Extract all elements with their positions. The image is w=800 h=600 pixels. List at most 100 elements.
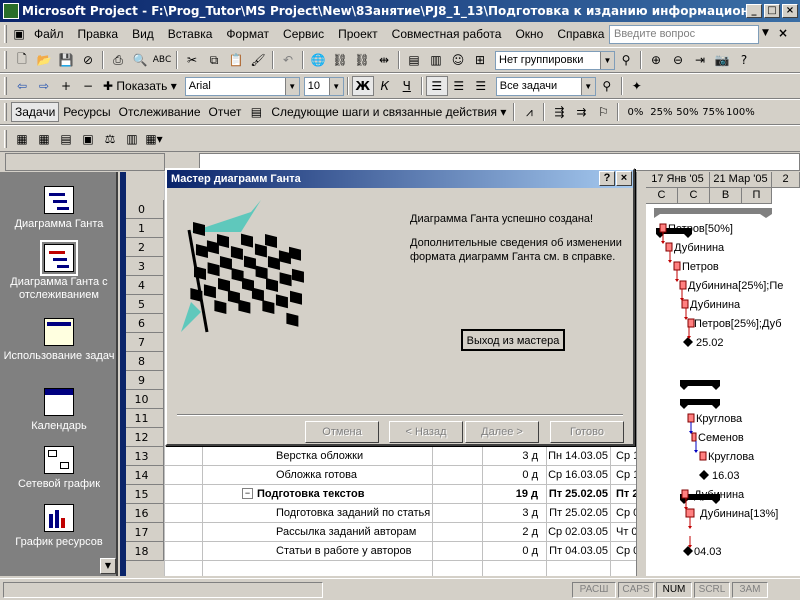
calculator-icon[interactable]: ▣ [77, 129, 99, 149]
row-number[interactable]: 0 [120, 200, 164, 219]
tracking-gantt-small-icon[interactable]: ⩘ [518, 102, 540, 122]
dialog-close-button[interactable]: × [616, 171, 632, 186]
percent-0-button[interactable]: 0% [622, 102, 648, 122]
menu-insert[interactable]: Вставка [161, 27, 220, 41]
view-resource-graph[interactable]: График ресурсов [0, 504, 118, 549]
chart-icon[interactable]: ▥ [121, 129, 143, 149]
row-number[interactable]: 14 [120, 466, 164, 485]
menu-project[interactable]: Проект [331, 27, 385, 41]
splitter[interactable] [636, 172, 646, 576]
menu-help[interactable]: Справка [550, 27, 611, 41]
show-dropdown[interactable]: ✚ Показать ▾ [99, 79, 181, 93]
back-button[interactable]: < Назад [389, 421, 463, 443]
open-icon[interactable]: 📂 [33, 50, 55, 70]
row-number[interactable]: 7 [120, 333, 164, 352]
row-number[interactable]: 13 [120, 447, 164, 466]
exit-wizard-button[interactable]: Выход из мастера [461, 329, 565, 351]
row-number[interactable]: 17 [120, 523, 164, 542]
percent-100-button[interactable]: 100% [726, 102, 755, 122]
help-icon[interactable]: ? [733, 50, 755, 70]
toolbar-grip[interactable] [4, 51, 7, 69]
dialog-help-button[interactable]: ? [599, 171, 615, 186]
view-tracking-gantt[interactable]: Диаграмма Ганта с отслеживанием [0, 240, 118, 302]
table-row[interactable]: − Подготовка текстов 19 д Пт 25.02.05 Пт 2 [164, 485, 646, 504]
close-button[interactable]: × [782, 4, 798, 18]
sheet-icon[interactable]: ▤ [55, 129, 77, 149]
undo-icon[interactable]: ↶ [277, 50, 299, 70]
viewbar-scroll-down-icon[interactable]: ▼ [100, 558, 116, 574]
paste-icon[interactable]: 📋 [225, 50, 247, 70]
percent-25-button[interactable]: 25% [648, 102, 674, 122]
cut-icon[interactable]: ✂ [181, 50, 203, 70]
doc-close-icon[interactable]: × [778, 26, 788, 40]
menu-format[interactable]: Формат [219, 27, 276, 41]
row-number[interactable]: 11 [120, 409, 164, 428]
view-calendar[interactable]: Календарь [0, 388, 118, 433]
table-view-icon[interactable]: ▦ [11, 129, 33, 149]
row-number[interactable]: 1 [120, 219, 164, 238]
table-row[interactable]: Рассылка заданий авторам 2 д Ср 02.03.05 Чт… [164, 523, 646, 542]
copy-picture-icon[interactable]: 📷 [711, 50, 733, 70]
row-number[interactable]: 15 [120, 485, 164, 504]
update-tasks-icon[interactable]: ⇶ [548, 102, 570, 122]
font-select[interactable]: Arial ▼ [184, 76, 300, 96]
zoom-in-icon[interactable]: ⊕ [645, 50, 667, 70]
gantt-wizard-icon[interactable]: ✦ [626, 76, 648, 96]
view-gantt-chart[interactable]: Диаграмма Ганта [0, 186, 118, 231]
minimize-button[interactable]: _ [746, 4, 762, 18]
document-icon[interactable]: ▣ [11, 24, 27, 44]
italic-button[interactable]: К [374, 76, 396, 96]
row-number[interactable]: 2 [120, 238, 164, 257]
next-steps-dropdown[interactable]: Следующие шаги и связанные действия ▾ [267, 105, 510, 119]
align-left-icon[interactable]: ☰ [425, 76, 448, 96]
collaborate-icon[interactable]: ⚐ [592, 102, 614, 122]
guide-resources-button[interactable]: Ресурсы [59, 105, 114, 119]
menu-grip[interactable] [4, 25, 7, 43]
bold-button[interactable]: Ж [351, 76, 374, 96]
row-number[interactable]: 4 [120, 276, 164, 295]
reschedule-icon[interactable]: ⇉ [570, 102, 592, 122]
app-icon[interactable] [3, 3, 19, 19]
help-search-input[interactable]: Введите вопрос [609, 25, 759, 44]
task-info-icon[interactable]: ▤ [403, 50, 425, 70]
menu-tools[interactable]: Сервис [276, 27, 331, 41]
assign-resources-icon[interactable]: ☺ [447, 50, 469, 70]
table-row[interactable]: Обложка готова 0 д Ср 16.03.05 Ср 1 [164, 466, 646, 485]
finish-button[interactable]: Готово [550, 421, 624, 443]
split-task-icon[interactable]: ⇹ [373, 50, 395, 70]
table-row[interactable]: Верстка обложки 3 д Пн 14.03.05 Ср 1 [164, 447, 646, 466]
row-number[interactable]: 8 [120, 352, 164, 371]
menu-collaborate[interactable]: Совместная работа [385, 27, 509, 41]
row-number[interactable]: 10 [120, 390, 164, 409]
zoom-out-icon[interactable]: ⊖ [667, 50, 689, 70]
maximize-button[interactable]: □ [764, 4, 780, 18]
percent-50-button[interactable]: 50% [674, 102, 700, 122]
filter-select[interactable]: Все задачи ▼ [495, 76, 596, 96]
publish-icon[interactable]: ⊞ [469, 50, 491, 70]
hide-subtasks-icon[interactable]: − [77, 76, 99, 96]
permission-icon[interactable]: ⊘ [77, 50, 99, 70]
table-row[interactable]: Статьи в работе у авторов 0 д Пт 04.03.05 С… [164, 542, 646, 561]
filter-funnel-icon[interactable]: ⚲ [615, 50, 637, 70]
guide-report-button[interactable]: Отчет [205, 105, 246, 119]
balance-icon[interactable]: ⚖ [99, 129, 121, 149]
row-number[interactable]: 6 [120, 314, 164, 333]
copy-icon[interactable]: ⧉ [203, 50, 225, 70]
view-task-usage[interactable]: Использование задач [0, 318, 118, 363]
preview-icon[interactable]: 🔍 [129, 50, 151, 70]
spelling-icon[interactable]: ABC [151, 50, 173, 70]
row-number[interactable]: 12 [120, 428, 164, 447]
unlink-tasks-icon[interactable]: ⛓ [351, 50, 373, 70]
task-notes-icon[interactable]: ▥ [425, 50, 447, 70]
next-button[interactable]: Далее > [465, 421, 539, 443]
hyperlink-icon[interactable]: 🌐 [307, 50, 329, 70]
row-number[interactable]: 9 [120, 371, 164, 390]
menu-view[interactable]: Вид [125, 27, 161, 41]
row-number[interactable]: 5 [120, 295, 164, 314]
font-size-select[interactable]: 10 ▼ [303, 76, 344, 96]
new-icon[interactable]: 🗋 [11, 50, 33, 70]
format-painter-icon[interactable]: 🖌 [247, 50, 269, 70]
table-row[interactable]: Подготовка заданий по статья 3 д Пт 25.02.… [164, 504, 646, 523]
row-number[interactable]: 3 [120, 257, 164, 276]
link-tasks-icon[interactable]: ⛓ [329, 50, 351, 70]
